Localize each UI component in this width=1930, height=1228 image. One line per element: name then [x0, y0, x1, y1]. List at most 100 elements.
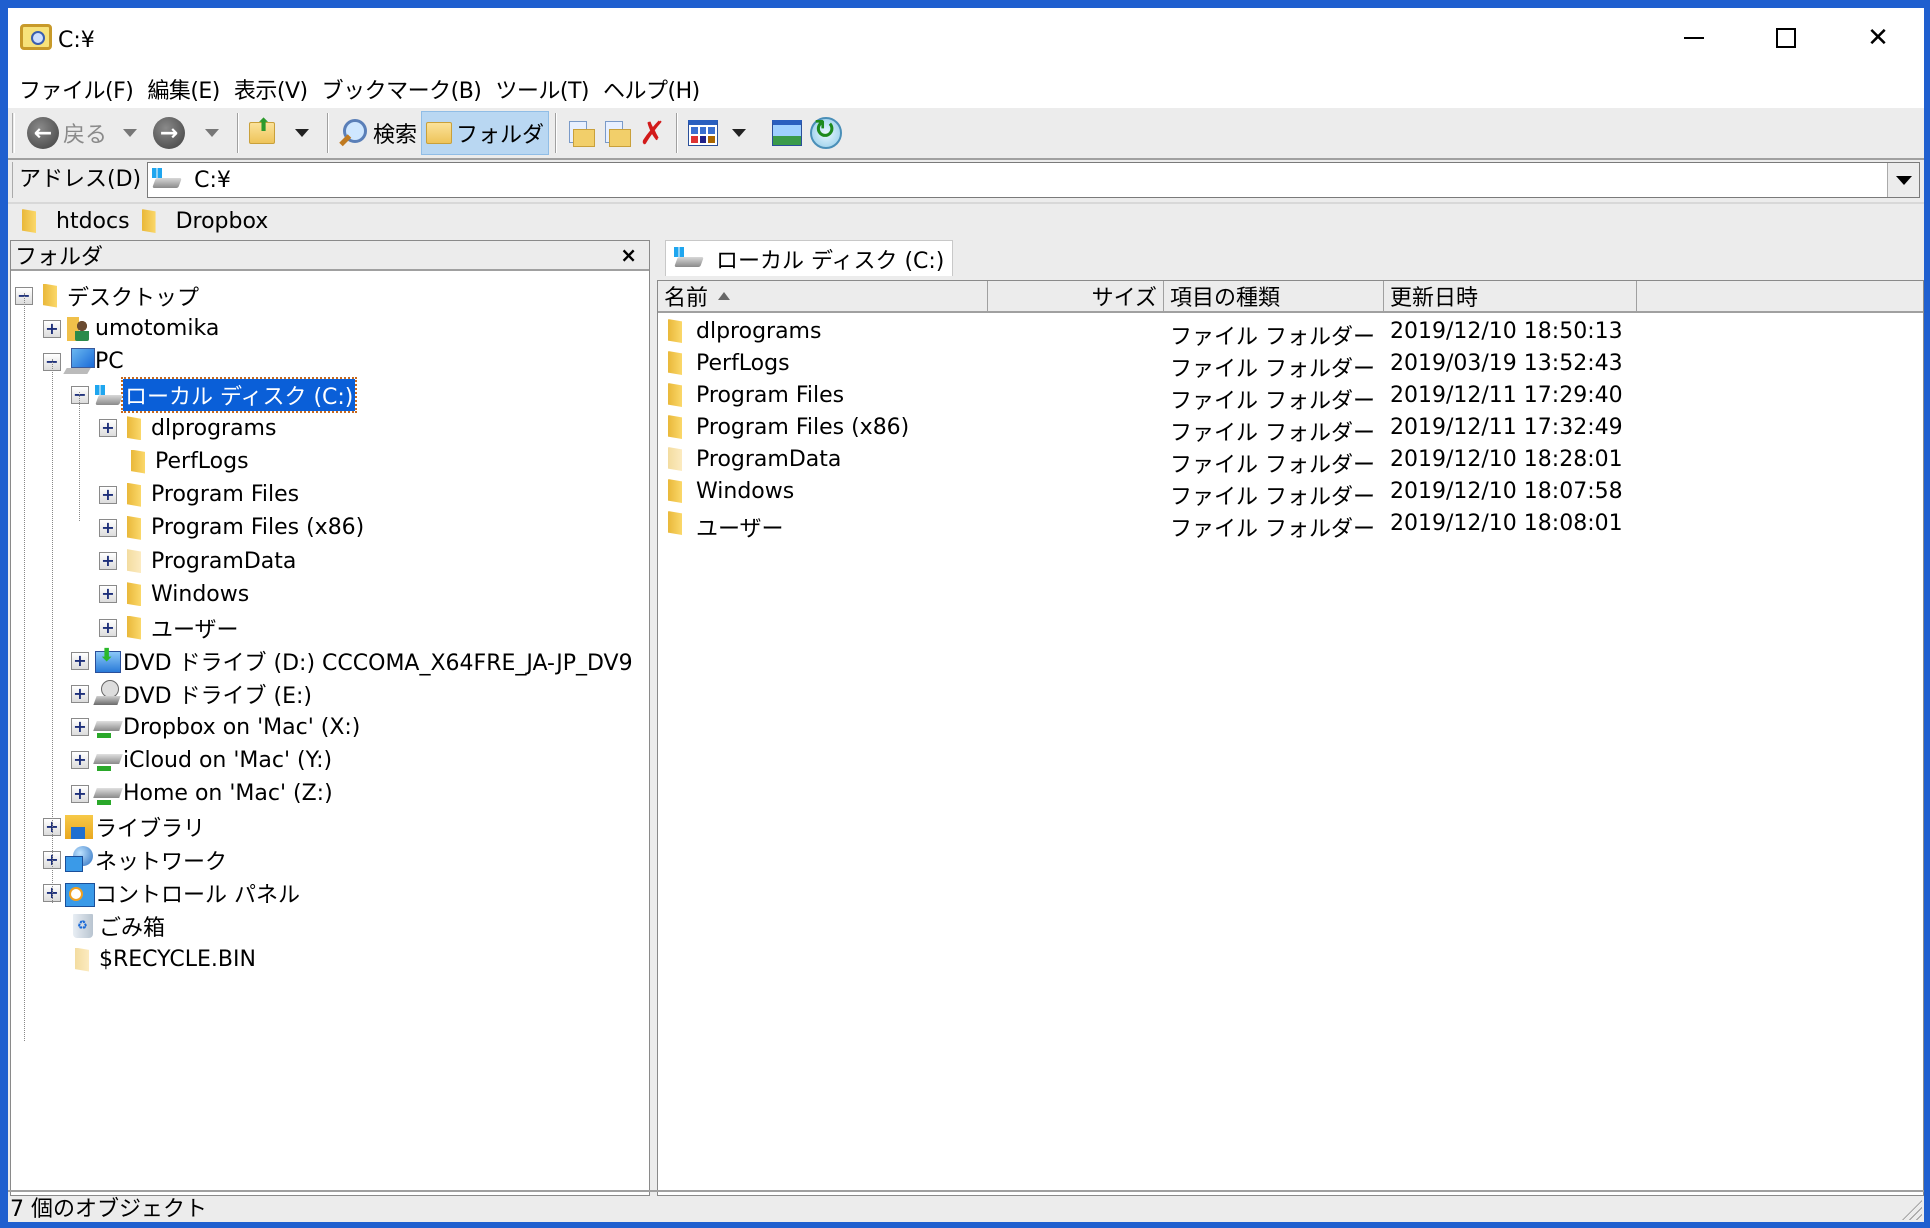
- minimize-button[interactable]: [1664, 18, 1724, 58]
- cell-modified: 2019/12/11 17:32:49: [1390, 415, 1623, 440]
- back-button[interactable]: ← 戻る: [23, 111, 111, 155]
- tree-item[interactable]: + dlprograms: [99, 412, 276, 445]
- expand-plus-icon[interactable]: +: [99, 518, 117, 537]
- address-input[interactable]: C:¥: [147, 162, 1920, 198]
- up-dropdown-icon[interactable]: [295, 129, 310, 137]
- expand-plus-icon[interactable]: +: [71, 684, 89, 703]
- tree-item[interactable]: ごみ箱: [43, 910, 165, 943]
- link-htdocs[interactable]: htdocs: [22, 209, 130, 234]
- tree-item-label: Dropbox on 'Mac' (X:): [123, 714, 361, 740]
- menu-help[interactable]: ヘルプ(H): [596, 73, 707, 105]
- menu-bar: ファイル(F) 編集(E) 表示(V) ブックマーク(B) ツール(T) ヘルプ…: [8, 70, 1924, 108]
- forward-dropdown-icon[interactable]: [205, 129, 220, 137]
- folder-pane-header: フォルダ ×: [11, 241, 649, 271]
- tree-item[interactable]: $RECYCLE.BIN: [43, 943, 256, 976]
- tree-item[interactable]: + Dropbox on 'Mac' (X:): [71, 711, 360, 744]
- tree-item[interactable]: + DVD ドライブ (D:) CCCOMA_X64FRE_JA-JP_DV9: [71, 644, 633, 677]
- maximize-button[interactable]: [1756, 18, 1816, 58]
- tree-item-label: umotomika: [95, 316, 220, 342]
- tree-item[interactable]: + コントロール パネル: [43, 877, 300, 910]
- tree-item[interactable]: PerfLogs: [99, 445, 249, 478]
- thumbnail-view-icon[interactable]: [771, 120, 802, 146]
- tab-local-disk[interactable]: ローカル ディスク (C:): [665, 240, 954, 276]
- close-button[interactable]: ✕: [1848, 18, 1908, 58]
- tree-item[interactable]: + Program Files (x86): [99, 511, 364, 544]
- tree-item-label: コントロール パネル: [95, 883, 300, 909]
- menu-tools[interactable]: ツール(T): [488, 73, 596, 105]
- file-row[interactable]: ProgramData ファイル フォルダー 2019/12/10 18:28:01: [658, 443, 1923, 478]
- column-header-modified[interactable]: 更新日時: [1384, 281, 1637, 311]
- expand-plus-icon[interactable]: +: [71, 651, 89, 670]
- tree-item[interactable]: + DVD ドライブ (E:): [71, 677, 312, 710]
- tree-item-label: $RECYCLE.BIN: [99, 947, 256, 972]
- address-dropdown-button[interactable]: [1887, 163, 1919, 197]
- folder-icon: [668, 447, 682, 471]
- back-arrow-icon: ←: [27, 117, 59, 149]
- view-mode-icon[interactable]: [687, 120, 718, 146]
- tree-item[interactable]: − ローカル ディスク (C:): [71, 377, 358, 414]
- search-button[interactable]: 検索: [335, 111, 421, 155]
- file-row[interactable]: dlprograms ファイル フォルダー 2019/12/10 18:50:13: [658, 315, 1923, 350]
- sync-clock-icon[interactable]: [809, 115, 842, 149]
- menu-edit[interactable]: 編集(E): [140, 73, 227, 105]
- tree-item[interactable]: + ネットワーク: [43, 843, 227, 876]
- copy-to-icon[interactable]: [603, 119, 632, 147]
- file-row[interactable]: Program Files ファイル フォルダー 2019/12/11 17:29:…: [658, 379, 1923, 414]
- tree-item[interactable]: + Home on 'Mac' (Z:): [71, 777, 333, 810]
- file-row[interactable]: Windows ファイル フォルダー 2019/12/10 18:07:58: [658, 475, 1923, 510]
- file-row[interactable]: Program Files (x86) ファイル フォルダー 2019/12/11 …: [658, 411, 1923, 446]
- delete-icon[interactable]: ✗: [639, 117, 666, 149]
- tree-item-label: iCloud on 'Mac' (Y:): [123, 747, 333, 773]
- folder-icon: [37, 282, 65, 310]
- windows-drive-icon: [152, 168, 182, 192]
- column-header-name[interactable]: 名前: [658, 281, 988, 311]
- expand-plus-icon[interactable]: +: [99, 585, 117, 604]
- expand-plus-icon[interactable]: +: [71, 751, 89, 770]
- collapse-minus-icon[interactable]: −: [71, 386, 89, 405]
- expand-plus-icon[interactable]: +: [71, 718, 89, 737]
- cell-name: ProgramData: [696, 447, 842, 472]
- cell-name: Program Files: [696, 383, 845, 408]
- resize-grip[interactable]: [1902, 1200, 1922, 1220]
- cell-name: PerfLogs: [696, 351, 790, 376]
- back-dropdown-icon[interactable]: [123, 129, 138, 137]
- column-header-type[interactable]: 項目の種類: [1164, 281, 1384, 311]
- view-dropdown-icon[interactable]: [731, 129, 746, 137]
- column-modified-label: 更新日時: [1390, 286, 1479, 311]
- forward-button[interactable]: →: [149, 111, 193, 155]
- tree-item-label: PC: [95, 349, 124, 375]
- file-row[interactable]: ユーザー ファイル フォルダー 2019/12/10 18:08:01: [658, 507, 1923, 542]
- tree-item[interactable]: − PC: [43, 345, 124, 378]
- tree-item[interactable]: + iCloud on 'Mac' (Y:): [71, 744, 332, 777]
- link-dropbox[interactable]: Dropbox: [141, 209, 268, 234]
- expand-plus-icon[interactable]: +: [99, 552, 117, 571]
- title-bar[interactable]: C:¥ ✕: [8, 8, 1924, 70]
- folder-pane-close-icon[interactable]: ×: [620, 243, 637, 267]
- expand-plus-icon[interactable]: +: [99, 485, 117, 504]
- tree-item[interactable]: + ユーザー: [99, 611, 239, 644]
- menu-file[interactable]: ファイル(F): [12, 73, 140, 105]
- file-row[interactable]: PerfLogs ファイル フォルダー 2019/03/19 13:52:43: [658, 347, 1923, 382]
- menu-view[interactable]: 表示(V): [227, 73, 315, 105]
- column-header-size[interactable]: サイズ: [988, 281, 1164, 311]
- toolbar-grip[interactable]: [12, 113, 15, 153]
- up-folder-button[interactable]: [245, 111, 283, 155]
- expand-plus-icon[interactable]: +: [71, 784, 89, 803]
- folders-toggle-button[interactable]: フォルダ: [421, 111, 550, 155]
- tree-item[interactable]: − デスクトップ: [15, 279, 199, 312]
- tree-item-label: ローカル ディスク (C:): [120, 377, 358, 414]
- menu-bookmark[interactable]: ブックマーク(B): [315, 73, 489, 105]
- cell-modified: 2019/12/10 18:28:01: [1390, 447, 1623, 472]
- tree-item[interactable]: + ProgramData: [99, 545, 296, 578]
- move-to-icon[interactable]: [567, 119, 596, 147]
- tree-item[interactable]: + ライブラリ: [43, 810, 205, 843]
- expand-plus-icon[interactable]: +: [99, 618, 117, 637]
- tree-item-label: ごみ箱: [99, 916, 166, 942]
- search-label: 検索: [373, 123, 418, 148]
- tree-item[interactable]: + Windows: [99, 578, 249, 611]
- tree-item[interactable]: + Program Files: [99, 478, 299, 511]
- expand-plus-icon[interactable]: +: [43, 319, 61, 338]
- expand-plus-icon[interactable]: +: [99, 419, 117, 438]
- tree-item[interactable]: + umotomika: [43, 312, 219, 345]
- folder-icon: [668, 351, 682, 375]
